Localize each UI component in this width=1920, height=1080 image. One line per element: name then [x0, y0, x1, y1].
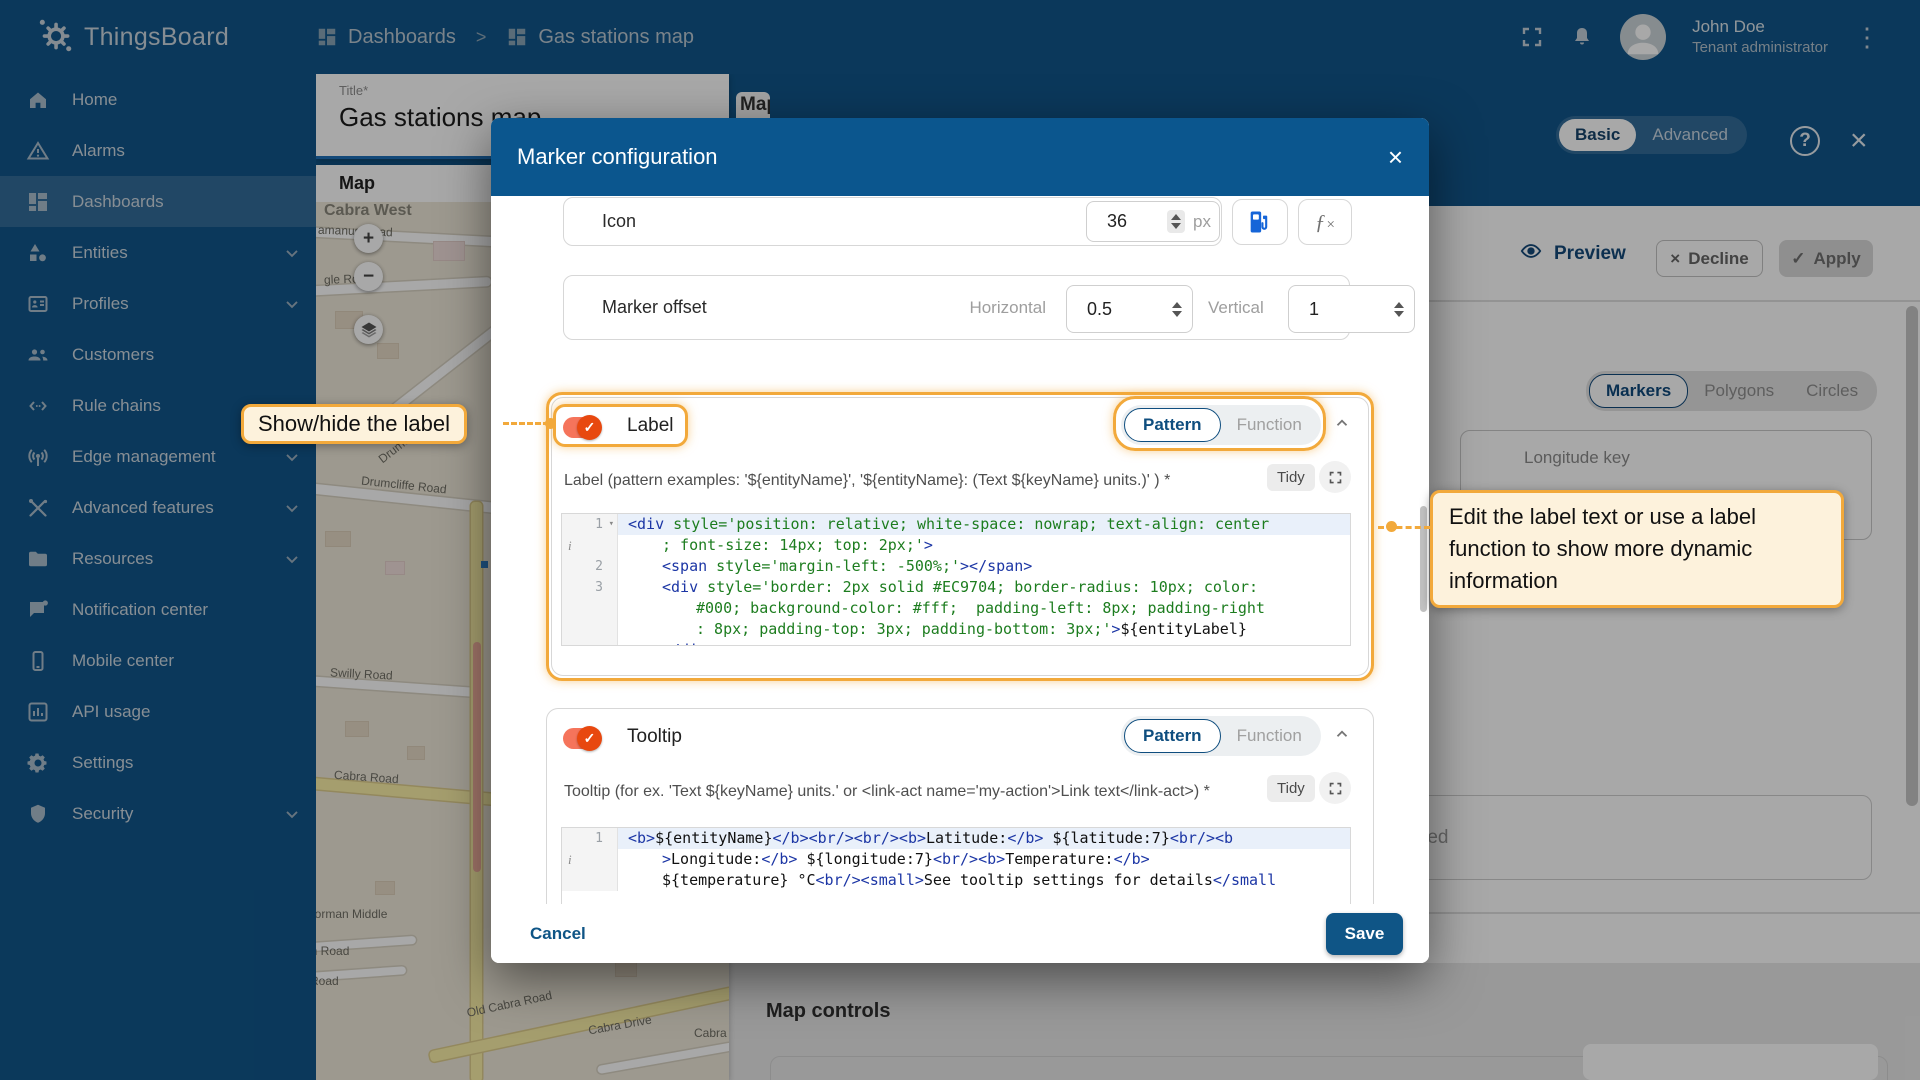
- tooltip-toggle-check-icon: ✓: [577, 726, 602, 751]
- dialog-header: Marker configuration ×: [491, 118, 1429, 196]
- callout-show-hide-label: Show/hide the label: [241, 404, 468, 444]
- callout-right-connector-dot: [1386, 521, 1397, 532]
- marker-image-button[interactable]: [1232, 199, 1288, 245]
- callout-left-connector-dot: [545, 418, 556, 429]
- marker-offset-row: Marker offset Horizontal 0.5 Vertical 1: [563, 275, 1415, 340]
- thingsboard-app: ThingsBoard Dashboards > Gas stations ma…: [0, 0, 1920, 1080]
- fuel-marker-icon: [1250, 211, 1268, 233]
- dialog-scrollbar[interactable]: [1420, 506, 1427, 612]
- editor-gutter: i: [562, 849, 618, 870]
- cancel-button[interactable]: Cancel: [530, 924, 586, 944]
- horizontal-offset-stepper[interactable]: [1172, 301, 1182, 317]
- tooltip-helper-text: Tooltip (for ex. 'Text ${keyName} units.…: [564, 783, 1210, 800]
- tooltip-code-editor[interactable]: 1 <b>${entityName}</b><br/><br/><b>Latitu…: [561, 827, 1351, 905]
- callout-edit-label: Edit the label text or use a label funct…: [1430, 490, 1844, 608]
- dialog-footer: Cancel Save: [491, 904, 1429, 963]
- icon-size-input[interactable]: 36 px: [1086, 201, 1220, 242]
- tooltip-collapse-icon[interactable]: [1333, 725, 1351, 748]
- icon-row-label: Icon: [602, 211, 637, 231]
- tooltip-section-title: Tooltip: [627, 726, 682, 747]
- tooltip-expand-icon[interactable]: [1319, 772, 1351, 804]
- tooltip-toggle[interactable]: ✓: [563, 726, 602, 751]
- vertical-offset-stepper[interactable]: [1394, 301, 1404, 317]
- editor-gutter: [562, 870, 618, 891]
- marker-offset-label: Marker offset: [602, 297, 707, 317]
- info-icon: i: [568, 852, 572, 867]
- horizontal-label: Horizontal: [969, 298, 1046, 317]
- label-toggle-highlight-ring: [553, 404, 688, 447]
- save-button[interactable]: Save: [1326, 912, 1403, 955]
- vertical-offset-value: 1: [1309, 298, 1320, 319]
- dialog-title: Marker configuration: [517, 144, 718, 169]
- icon-size-unit: px: [1193, 211, 1211, 231]
- icon-function-button[interactable]: ƒ×: [1298, 199, 1352, 245]
- tooltip-tab-function[interactable]: Function: [1221, 720, 1318, 752]
- dialog-close-icon[interactable]: ×: [1388, 144, 1403, 170]
- marker-configuration-dialog: Marker configuration × Icon 36 px ƒ× Mar…: [491, 118, 1429, 963]
- horizontal-offset-input[interactable]: 0.5: [1066, 285, 1193, 333]
- vertical-label: Vertical: [1208, 298, 1264, 317]
- tooltip-pattern-function-toggle: Pattern Function: [1121, 716, 1321, 756]
- callout-left-connector: [503, 422, 549, 425]
- tooltip-tab-pattern[interactable]: Pattern: [1124, 719, 1221, 753]
- editor-gutter: 1: [562, 828, 618, 849]
- function-icon: ƒ×: [1315, 209, 1335, 234]
- icon-size-stepper[interactable]: [1167, 210, 1186, 233]
- vertical-offset-input[interactable]: 1: [1288, 285, 1415, 333]
- pattern-function-highlight-ring: [1113, 396, 1326, 451]
- tooltip-section-card: ✓ Tooltip Pattern Function Tooltip (for …: [546, 708, 1374, 905]
- icon-size-value: 36: [1107, 211, 1128, 231]
- horizontal-offset-value: 0.5: [1087, 298, 1113, 319]
- tooltip-tidy-button[interactable]: Tidy: [1267, 775, 1315, 802]
